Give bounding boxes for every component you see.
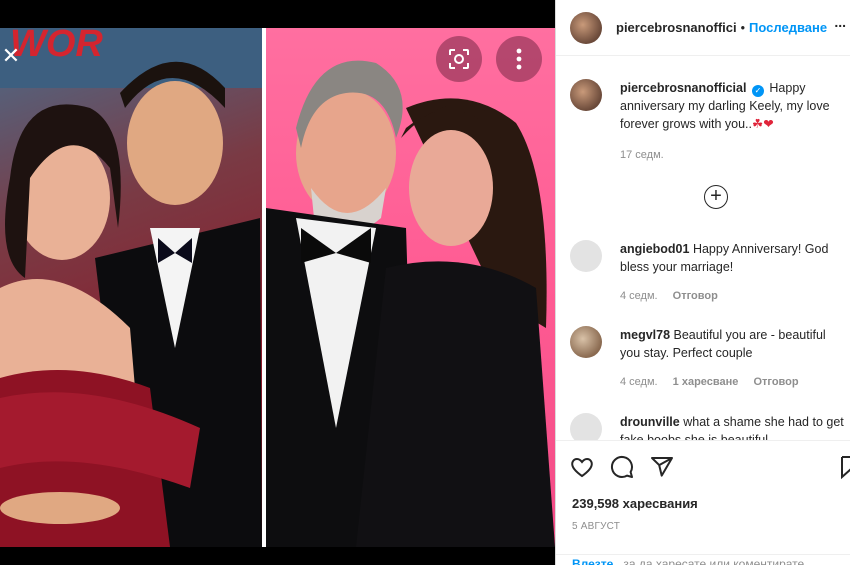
avatar[interactable] [570,79,602,111]
comment-time[interactable]: 4 седм. [620,290,658,302]
reply-button[interactable]: Отговор [673,290,718,302]
avatar[interactable] [570,413,602,440]
bookmark-icon[interactable] [841,455,850,479]
visual-search-icon[interactable] [436,36,482,82]
comment-text: drounville what a shame she had to get f… [620,413,848,440]
post-media[interactable]: WOR ✕ [0,0,555,565]
caption-time[interactable]: 17 седм. [620,149,664,161]
comment-time[interactable]: 4 седм. [620,376,658,388]
post-side-panel: piercebrosnanoffici • Последване ... pie… [555,0,850,565]
comment-meta: 4 седм. 1 харесване Отговор [620,376,811,388]
caption-text: piercebrosnanofficial ✓ Happy anniversar… [620,79,848,133]
header-username[interactable]: piercebrosnanoffici [616,20,737,35]
comment-username[interactable]: megvl78 [620,328,670,342]
post-date[interactable]: 5 АВГУСТ [572,521,620,532]
comment-icon[interactable] [610,455,634,479]
comments-list[interactable]: piercebrosnanofficial ✓ Happy anniversar… [556,57,850,440]
login-prompt: Влезте , за да харесате или коментирате [556,554,850,565]
post-header: piercebrosnanoffici • Последване ... [556,0,850,56]
close-icon[interactable]: ✕ [0,42,22,70]
action-icons [570,455,674,479]
login-prompt-text: , за да харесате или коментирате [613,557,805,565]
avatar[interactable] [570,326,602,358]
more-vertical-icon[interactable] [496,36,542,82]
verified-badge-icon: ✓ [751,85,764,97]
share-icon[interactable] [650,455,674,479]
photo-left: WOR [0,28,262,547]
caption-meta: 17 седм. [620,149,676,161]
follow-button[interactable]: Последване [749,20,827,35]
caption-emojis: ☘❤ [752,117,774,131]
photo-right [266,28,555,547]
login-link[interactable]: Влезте [572,557,613,565]
couple-photo-right [266,60,555,547]
comment-meta: 4 седм. Отговор [620,290,730,302]
caption-username[interactable]: piercebrosnanofficial [620,81,746,95]
svg-text:WOR: WOR [10,28,103,65]
likes-count[interactable]: 239,598 харесвания [572,496,698,511]
comment-likes[interactable]: 1 харесване [673,376,739,388]
comment-username[interactable]: angiebod01 [620,242,689,256]
plus-circle-icon[interactable]: + [704,185,728,209]
avatar[interactable] [570,240,602,272]
header-separator: • [740,20,746,35]
comment-username[interactable]: drounville [620,415,680,429]
avatar[interactable] [570,11,602,44]
post-actions: 239,598 харесвания 5 АВГУСТ Влезте , за … [556,440,850,565]
reply-button[interactable]: Отговор [753,376,798,388]
comment-text: angiebod01 Happy Anniversary! God bless … [620,240,848,276]
more-options-button[interactable]: ... [834,14,846,30]
comment-text: megvl78 Beautiful you are - beautiful yo… [620,326,848,362]
heart-icon[interactable] [570,455,594,479]
couple-photo-left: WOR [0,28,262,547]
